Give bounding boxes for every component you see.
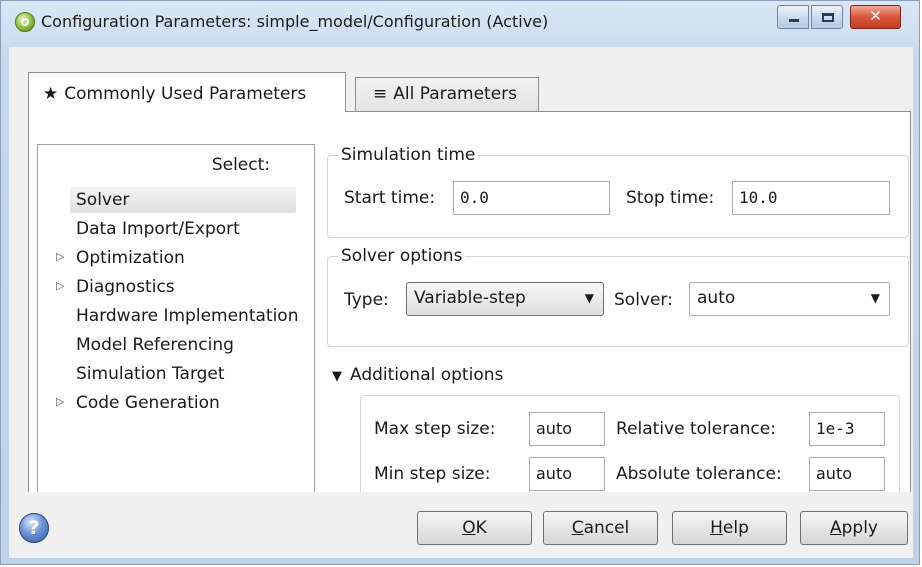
stop-time-label: Stop time:: [626, 188, 715, 208]
tree-item-diagnostics[interactable]: Diagnostics: [70, 274, 181, 300]
solver-value: auto: [697, 288, 736, 308]
help-mnemonic: H: [710, 518, 723, 538]
cancel-label: ancel: [583, 518, 630, 538]
tree-item-data-import-export[interactable]: Data Import/Export: [70, 216, 246, 242]
apply-label: pply: [841, 518, 878, 538]
min-step-size-field[interactable]: auto: [529, 457, 605, 491]
additional-options-toggle[interactable]: ▼ Additional options: [332, 365, 503, 385]
dropdown-arrow-icon: ▼: [870, 291, 880, 305]
tree-header: Select:: [211, 155, 270, 175]
tree-item-model-referencing[interactable]: Model Referencing: [70, 332, 240, 358]
max-step-size-label: Max step size:: [374, 419, 496, 439]
relative-tolerance-label: Relative tolerance:: [616, 419, 776, 439]
stop-time-field[interactable]: 10.0: [732, 181, 890, 215]
tree-item-label: Code Generation: [76, 393, 220, 413]
category-tree[interactable]: Select: Solver Data Import/Export ▷ Opti…: [37, 144, 315, 492]
help-label: elp: [722, 518, 749, 538]
maximize-icon: [822, 13, 834, 22]
ok-button[interactable]: OK: [417, 511, 532, 545]
solver-type-dropdown[interactable]: Variable-step ▼: [406, 282, 604, 316]
tree-item-code-generation[interactable]: Code Generation: [70, 390, 226, 416]
list-icon: ≡: [373, 84, 388, 104]
help-button[interactable]: Help: [672, 511, 787, 545]
tree-item-hardware-implementation[interactable]: Hardware Implementation: [70, 303, 304, 329]
tab-all-parameters[interactable]: ≡ All Parameters: [355, 77, 539, 111]
absolute-tolerance-label: Absolute tolerance:: [616, 464, 782, 484]
close-icon: ✕: [869, 7, 882, 25]
tab-label: All Parameters: [393, 84, 518, 104]
simulink-app-icon: [15, 12, 35, 32]
min-step-size-label: Min step size:: [374, 464, 491, 484]
expand-code-generation-icon[interactable]: ▷: [56, 395, 64, 408]
configuration-parameters-dialog: Configuration Parameters: simple_model/C…: [0, 0, 920, 565]
title-bar[interactable]: Configuration Parameters: simple_model/C…: [1, 1, 919, 47]
relative-tolerance-field[interactable]: 1e-3: [809, 412, 885, 446]
help-icon[interactable]: ?: [19, 513, 49, 543]
expanded-triangle-icon: ▼: [332, 369, 342, 384]
tree-item-label: Hardware Implementation: [76, 306, 299, 326]
simulation-time-title: Simulation time: [338, 145, 479, 165]
apply-button[interactable]: Apply: [800, 511, 908, 545]
tab-panel: Select: Solver Data Import/Export ▷ Opti…: [28, 111, 911, 492]
maximize-button[interactable]: [811, 5, 843, 29]
close-button[interactable]: ✕: [850, 5, 901, 29]
type-label: Type:: [344, 290, 389, 310]
expand-optimization-icon[interactable]: ▷: [56, 250, 64, 263]
solver-options-title: Solver options: [338, 246, 466, 266]
tree-item-label: Data Import/Export: [76, 219, 240, 239]
solver-dropdown[interactable]: auto ▼: [689, 282, 890, 316]
cancel-button[interactable]: Cancel: [543, 511, 658, 545]
tree-item-optimization[interactable]: Optimization: [70, 245, 191, 271]
absolute-tolerance-field[interactable]: auto: [809, 457, 885, 491]
tree-item-label: Solver: [76, 190, 130, 210]
dialog-client-area: ★ Commonly Used Parameters ≡ All Parameter…: [9, 47, 913, 558]
max-step-size-field[interactable]: auto: [529, 412, 605, 446]
solver-type-value: Variable-step: [414, 288, 526, 308]
tree-item-label: Diagnostics: [76, 277, 175, 297]
apply-mnemonic: A: [829, 518, 842, 538]
tab-commonly-used-parameters[interactable]: ★ Commonly Used Parameters: [28, 72, 346, 112]
tab-label: Commonly Used Parameters: [64, 84, 307, 104]
cancel-mnemonic: C: [571, 518, 584, 538]
ok-mnemonic: O: [462, 518, 476, 538]
start-time-field[interactable]: 0.0: [453, 181, 610, 215]
tree-item-label: Simulation Target: [76, 364, 225, 384]
star-icon: ★: [43, 84, 59, 104]
tree-item-label: Model Referencing: [76, 335, 234, 355]
ok-label: K: [475, 518, 487, 538]
minimize-icon: [789, 19, 799, 22]
tree-item-label: Optimization: [76, 248, 185, 268]
start-time-label: Start time:: [344, 188, 436, 208]
tree-item-simulation-target[interactable]: Simulation Target: [70, 361, 231, 387]
minimize-button[interactable]: [777, 5, 809, 29]
window-title: Configuration Parameters: simple_model/C…: [41, 12, 549, 31]
expand-diagnostics-icon[interactable]: ▷: [56, 279, 64, 292]
additional-options-label: Additional options: [350, 365, 504, 385]
solver-label: Solver:: [614, 290, 673, 310]
tree-item-solver[interactable]: Solver: [70, 187, 296, 213]
dropdown-arrow-icon: ▼: [584, 291, 594, 305]
